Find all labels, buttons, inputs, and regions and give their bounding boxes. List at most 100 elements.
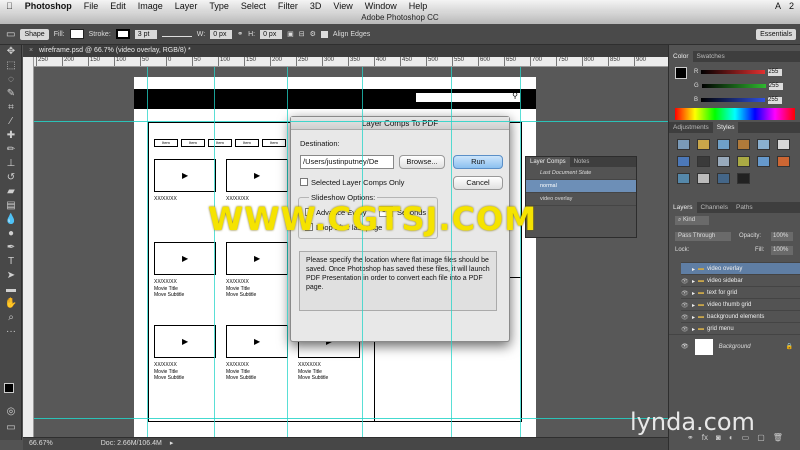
- style-swatch[interactable]: [677, 173, 690, 184]
- apple-icon[interactable]: : [0, 0, 19, 12]
- style-swatch[interactable]: [717, 156, 730, 167]
- tab-adjustments[interactable]: Adjustments: [669, 122, 713, 133]
- tool-mode-select[interactable]: Shape: [20, 28, 49, 40]
- lasso-tool-icon[interactable]: ◌: [0, 73, 22, 87]
- style-swatch[interactable]: [717, 173, 730, 184]
- guide-line[interactable]: [451, 67, 452, 437]
- more-tools-icon[interactable]: ···: [0, 325, 22, 339]
- opacity-input[interactable]: 100%: [771, 232, 793, 241]
- menu-type[interactable]: Type: [203, 0, 235, 12]
- style-swatch[interactable]: [737, 173, 750, 184]
- link-icon[interactable]: ⚭: [237, 30, 243, 38]
- expand-arrow-icon[interactable]: ▸: [692, 278, 695, 285]
- blue-slider-track[interactable]: [701, 98, 766, 102]
- tab-swatches[interactable]: Swatches: [693, 51, 729, 62]
- expand-arrow-icon[interactable]: ▸: [692, 290, 695, 297]
- brush-tool-icon[interactable]: ✏: [0, 143, 22, 157]
- style-swatch[interactable]: [777, 156, 790, 167]
- color-slider-b[interactable]: B 255: [694, 96, 794, 104]
- blend-mode-select[interactable]: Pass Through: [675, 232, 731, 241]
- rectangle-tool-icon[interactable]: ▬: [0, 283, 22, 297]
- move-tool-icon[interactable]: ✥: [0, 45, 22, 59]
- guide-line[interactable]: [520, 67, 521, 437]
- doc-size[interactable]: Doc: 2.66M/106.4M: [101, 438, 162, 450]
- history-brush-icon[interactable]: ↺: [0, 171, 22, 185]
- tab-color[interactable]: Color: [669, 51, 693, 62]
- guide-line[interactable]: [214, 67, 215, 437]
- style-swatch[interactable]: [717, 139, 730, 150]
- pen-tool-icon[interactable]: ✒: [0, 241, 22, 255]
- path-align-icon[interactable]: ⊟: [299, 30, 305, 38]
- eye-icon[interactable]: 👁: [681, 278, 689, 285]
- stroke-style-select[interactable]: [161, 32, 192, 37]
- new-layer-icon[interactable]: ▢: [757, 433, 765, 447]
- adobe-status-icon[interactable]: A: [775, 1, 781, 11]
- style-swatch[interactable]: [757, 156, 770, 167]
- guide-line[interactable]: [147, 67, 148, 437]
- gear-icon[interactable]: ⚙: [310, 30, 316, 38]
- red-slider-track[interactable]: [701, 70, 766, 74]
- tab-layer-comps[interactable]: Layer Comps: [526, 157, 570, 167]
- blur-tool-icon[interactable]: 💧: [0, 213, 22, 227]
- style-swatch[interactable]: [757, 139, 770, 150]
- zoom-level[interactable]: 66.67%: [29, 438, 53, 450]
- eye-icon[interactable]: 👁: [681, 326, 689, 333]
- guide-line[interactable]: [362, 67, 363, 437]
- fill-input[interactable]: 100%: [771, 246, 793, 255]
- cancel-button[interactable]: Cancel: [453, 176, 503, 190]
- eyedropper-tool-icon[interactable]: ⁄: [0, 115, 22, 129]
- menu-app-name[interactable]: Photoshop: [19, 0, 78, 12]
- crop-tool-icon[interactable]: ⌗: [0, 101, 22, 115]
- guide-line[interactable]: [287, 67, 288, 437]
- selected-comps-checkbox[interactable]: [300, 178, 308, 186]
- quick-select-tool-icon[interactable]: ✎: [0, 87, 22, 101]
- menu-3d[interactable]: 3D: [304, 0, 328, 12]
- color-spectrum[interactable]: [675, 108, 795, 120]
- style-swatch[interactable]: [697, 156, 710, 167]
- menu-help[interactable]: Help: [403, 0, 434, 12]
- path-select-tool-icon[interactable]: ➤: [0, 269, 22, 283]
- height-input[interactable]: 0 px: [260, 29, 283, 39]
- eye-icon[interactable]: 👁: [681, 343, 689, 350]
- healing-tool-icon[interactable]: ✚: [0, 129, 22, 143]
- style-swatch[interactable]: [697, 173, 710, 184]
- trash-icon[interactable]: 🗑: [773, 433, 783, 447]
- marquee-tool-icon[interactable]: ⬚: [0, 59, 22, 73]
- style-swatch[interactable]: [677, 156, 690, 167]
- layer-comp-row[interactable]: Last Document State: [526, 167, 636, 180]
- tab-paths[interactable]: Paths: [732, 202, 757, 213]
- menu-view[interactable]: View: [327, 0, 358, 12]
- layer-comp-row[interactable]: normal: [526, 180, 636, 193]
- menu-window[interactable]: Window: [359, 0, 403, 12]
- stroke-width-input[interactable]: 3 pt: [134, 29, 157, 39]
- notification-count[interactable]: 2: [789, 1, 794, 11]
- browse-button[interactable]: Browse...: [399, 155, 445, 169]
- tab-styles[interactable]: Styles: [712, 122, 739, 133]
- workspace-select[interactable]: Essentials: [756, 28, 796, 40]
- eye-icon[interactable]: 👁: [681, 314, 689, 321]
- eraser-tool-icon[interactable]: ▰: [0, 185, 22, 199]
- hand-tool-icon[interactable]: ✋: [0, 297, 22, 311]
- stroke-swatch[interactable]: [115, 29, 130, 39]
- screen-mode-icon[interactable]: ▭: [0, 421, 22, 435]
- vertical-ruler[interactable]: [23, 57, 34, 437]
- style-swatch[interactable]: [737, 139, 750, 150]
- style-swatch[interactable]: [737, 156, 750, 167]
- expand-arrow-icon[interactable]: ▸: [692, 302, 695, 309]
- expand-arrow-icon[interactable]: ▸: [692, 326, 695, 333]
- horizontal-ruler[interactable]: 250 200 150 100 50 0 50 100 150 200 250 300 350 400 45…: [34, 57, 668, 67]
- color-slider-r[interactable]: R 255: [694, 68, 794, 76]
- green-slider-track[interactable]: [701, 84, 766, 88]
- eye-icon[interactable]: 👁: [681, 302, 689, 309]
- foreground-color-swatch[interactable]: [4, 383, 14, 393]
- menu-layer[interactable]: Layer: [169, 0, 204, 12]
- style-swatch[interactable]: [697, 139, 710, 150]
- layer-kind-filter[interactable]: ⌕ Kind: [675, 216, 709, 225]
- align-edges-checkbox[interactable]: [320, 30, 328, 38]
- guide-line[interactable]: [34, 418, 668, 419]
- dodge-tool-icon[interactable]: ●: [0, 227, 22, 241]
- tab-channels[interactable]: Channels: [697, 202, 732, 213]
- layer-comp-row[interactable]: video overlay: [526, 193, 636, 206]
- type-tool-icon[interactable]: T: [0, 255, 22, 269]
- style-swatch[interactable]: [777, 139, 790, 150]
